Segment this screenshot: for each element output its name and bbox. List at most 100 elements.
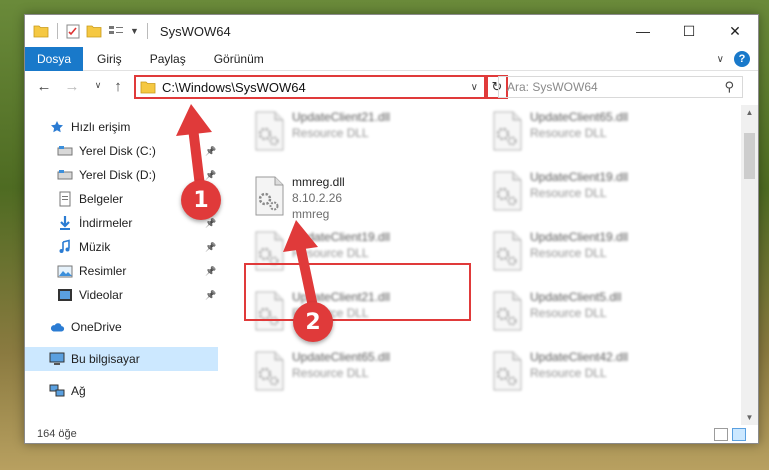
file-description-2: mmreg	[292, 207, 330, 221]
computer-icon	[49, 351, 65, 367]
view-options-icon[interactable]	[108, 24, 124, 38]
sidebar-item-label: Bu bilgisayar	[71, 352, 140, 366]
annotation-badge-1: 1	[181, 180, 221, 220]
sidebar-item-label: Müzik	[79, 240, 111, 254]
videos-icon	[57, 287, 73, 303]
tiles-view-button[interactable]	[732, 428, 746, 441]
title-bar: ▼ SysWOW64 — ☐ ✕	[25, 15, 758, 47]
sidebar-item[interactable]: OneDrive	[25, 315, 218, 339]
highlight-box	[244, 263, 471, 321]
sidebar-item-label: Videolar	[79, 288, 123, 302]
pin-icon: 📌	[205, 265, 217, 276]
address-bar[interactable]: C:\Windows\SysWOW64 ∨	[134, 75, 486, 99]
sidebar-item[interactable]: Yerel Disk (C:) 📌	[25, 139, 218, 163]
search-placeholder: Ara: SysWOW64	[507, 80, 598, 94]
expand-ribbon-icon[interactable]: ∨	[717, 54, 724, 65]
documents-icon	[57, 191, 73, 207]
file-name: UpdateClient21.dll	[292, 110, 391, 124]
file-item[interactable]: UpdateClient21.dll Resource DLL	[246, 107, 466, 157]
navigation-bar: ← → ∨ ↑ C:\Windows\SysWOW64 ∨ ↻ Ara: Sys…	[25, 71, 758, 105]
quick-access-toolbar: ▼	[25, 15, 150, 47]
properties-icon[interactable]	[66, 24, 80, 39]
drive-icon	[57, 167, 73, 183]
pictures-icon	[57, 263, 73, 279]
dll-file-icon	[490, 351, 524, 391]
file-description: Resource DLL	[292, 246, 369, 260]
item-count: 164 öğe	[37, 428, 77, 440]
scroll-down-icon[interactable]: ▼	[741, 413, 758, 422]
sidebar-item-label: OneDrive	[71, 320, 122, 334]
sidebar-item-label: İndirmeler	[79, 216, 133, 230]
sidebar-item-label: Yerel Disk (D:)	[79, 168, 156, 182]
details-view-button[interactable]	[714, 428, 728, 441]
file-description: Resource DLL	[292, 366, 369, 380]
sidebar-item[interactable]: Müzik 📌	[25, 235, 218, 259]
navigation-pane: Hızlı erişim Yerel Disk (C:) 📌 Yerel Disk (…	[25, 105, 218, 425]
cloud-icon	[49, 319, 65, 335]
scroll-thumb[interactable]	[744, 133, 755, 179]
vertical-scrollbar[interactable]: ▲ ▼	[741, 105, 758, 425]
file-description: Resource DLL	[530, 186, 607, 200]
network-icon	[49, 383, 65, 399]
file-item[interactable]: UpdateClient65.dll Resource DLL	[484, 107, 704, 157]
file-item[interactable]: UpdateClient19.dll Resource DLL	[484, 227, 704, 277]
folder-icon	[140, 81, 156, 94]
file-description: Resource DLL	[530, 366, 607, 380]
sidebar-item-label: Hızlı erişim	[71, 120, 131, 134]
file-item[interactable]: UpdateClient65.dll Resource DLL	[246, 347, 466, 397]
file-item-mmreg[interactable]: mmreg.dll 8.10.2.26 mmreg	[246, 172, 466, 222]
forward-button[interactable]: →	[61, 78, 83, 95]
tab-file[interactable]: Dosya	[25, 46, 84, 71]
dll-file-icon	[252, 176, 286, 216]
file-name: UpdateClient65.dll	[530, 110, 629, 124]
dll-file-icon	[490, 171, 524, 211]
file-name: mmreg.dll	[292, 175, 345, 189]
pin-icon: 📌	[205, 145, 217, 156]
tab-share[interactable]: Paylaş	[136, 47, 200, 71]
maximize-button[interactable]: ☐	[666, 15, 712, 47]
file-name: UpdateClient19.dll	[530, 230, 629, 244]
file-name: UpdateClient19.dll	[530, 170, 629, 184]
file-item[interactable]: UpdateClient19.dll Resource DLL	[484, 167, 704, 217]
sidebar-item[interactable]: Ağ	[25, 379, 218, 403]
sidebar-item[interactable]: Bu bilgisayar	[25, 347, 218, 371]
content-area: Hızlı erişim Yerel Disk (C:) 📌 Yerel Disk (…	[25, 105, 758, 425]
scroll-up-icon[interactable]: ▲	[741, 108, 758, 117]
annotation-badge-2: 2	[293, 302, 333, 342]
tab-view[interactable]: Görünüm	[200, 47, 278, 71]
sidebar-item[interactable]: Videolar 📌	[25, 283, 218, 307]
view-toggle	[714, 428, 746, 441]
ribbon-tabs: Dosya Giriş Paylaş Görünüm ∨ ?	[25, 46, 758, 71]
address-path: C:\Windows\SysWOW64	[162, 79, 306, 95]
window-title: SysWOW64	[159, 23, 231, 39]
tab-home[interactable]: Giriş	[83, 47, 136, 71]
file-name: UpdateClient5.dll	[530, 290, 622, 304]
dll-file-icon	[490, 231, 524, 271]
drive-icon	[57, 143, 73, 159]
chevron-down-icon[interactable]: ∨	[471, 82, 478, 93]
help-icon[interactable]: ?	[734, 51, 750, 67]
music-icon	[57, 239, 73, 255]
ribbon-right: ∨ ?	[717, 51, 750, 67]
download-icon	[57, 215, 73, 231]
toolbar-separator	[146, 23, 148, 39]
pin-icon: 📌	[205, 289, 217, 300]
sidebar-item[interactable]: Resimler 📌	[25, 259, 218, 283]
up-button[interactable]: ↑	[107, 78, 129, 95]
chevron-down-icon[interactable]: ▼	[130, 26, 139, 36]
sidebar-item-label: Resimler	[79, 264, 127, 278]
new-folder-icon[interactable]	[86, 24, 102, 38]
sidebar-item-label: Yerel Disk (C:)	[79, 144, 156, 158]
file-item[interactable]: UpdateClient42.dll Resource DLL	[484, 347, 704, 397]
explorer-window: ▼ SysWOW64 — ☐ ✕ Dosya Giriş Paylaş Görü…	[24, 14, 759, 444]
dll-file-icon	[252, 351, 286, 391]
close-button[interactable]: ✕	[712, 15, 758, 47]
search-input[interactable]: Ara: SysWOW64 ⚲	[498, 76, 743, 98]
back-button[interactable]: ←	[33, 78, 55, 95]
file-description: 8.10.2.26	[292, 191, 343, 205]
sidebar-item[interactable]: Hızlı erişim	[25, 115, 218, 139]
pin-icon: 📌	[205, 241, 217, 252]
file-item[interactable]: UpdateClient5.dll Resource DLL	[484, 287, 704, 337]
recent-locations-button[interactable]: ∨	[87, 80, 109, 91]
minimize-button[interactable]: —	[620, 15, 666, 47]
